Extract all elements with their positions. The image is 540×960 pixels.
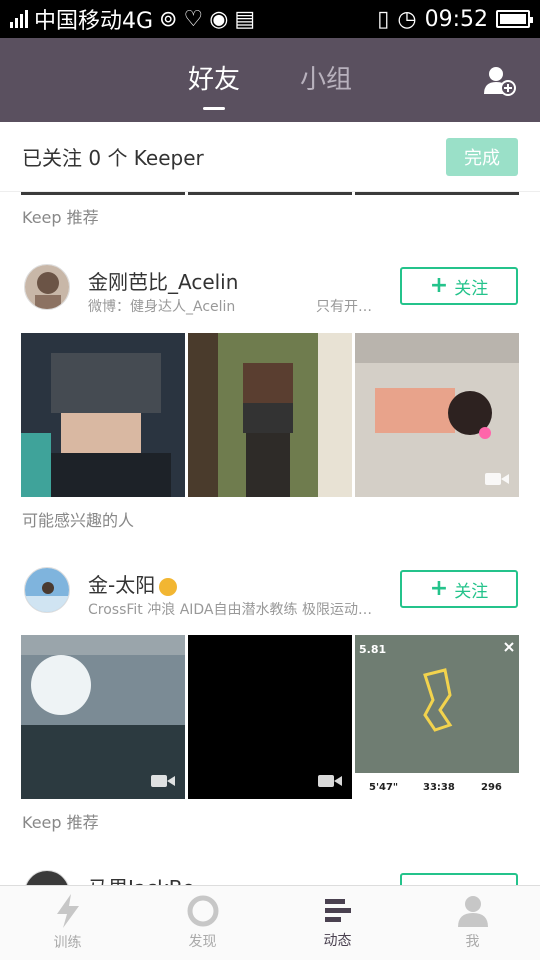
feed: Keep 推荐 金刚芭比_Acelin 微博：健身达人_Acelin 只有开… … (0, 192, 540, 885)
clock-time: 09:52 (424, 6, 488, 32)
battery-icon (496, 10, 533, 28)
run-calories: 296 (481, 782, 502, 793)
carrier-label: 中国移动4G (34, 9, 154, 34)
vibrate-icon: ▯ (377, 6, 390, 32)
section-label: Keep 推荐 (22, 813, 99, 832)
run-map (355, 635, 519, 799)
top-nav: 好友 小组 (0, 38, 540, 122)
wifi-icon: ◉ (209, 6, 229, 32)
avatar[interactable] (24, 264, 70, 310)
run-duration: 33:38 (423, 782, 455, 793)
section-label: Keep 推荐 (22, 208, 99, 227)
photo[interactable] (188, 635, 352, 799)
tab-label: 发现 (188, 934, 217, 950)
tab-groups[interactable]: 小组 (300, 59, 352, 102)
user-name[interactable]: 马里JackBo (88, 872, 195, 885)
signal-icon (10, 10, 28, 28)
feed-icon (324, 899, 351, 922)
add-friend-icon[interactable] (484, 66, 516, 96)
shield-icon: ♡ (183, 6, 204, 32)
follow-label: 关注 (454, 581, 489, 602)
follow-button[interactable]: + 关注 (400, 570, 518, 608)
photo-row (21, 333, 519, 497)
sync-icon: ⊚ (159, 6, 178, 32)
tab-label: 我 (465, 934, 480, 950)
user-bio-extra: 只有开… (316, 299, 372, 315)
avatar[interactable] (24, 870, 70, 885)
bottom-tab-bar: 训练 发现 动态 我 (0, 885, 540, 960)
verified-badge-icon (159, 577, 178, 596)
follow-status-bar: 已关注 0 个 Keeper 完成 (0, 122, 540, 192)
photo[interactable] (355, 333, 519, 497)
follow-button[interactable]: + 关注 (400, 267, 518, 305)
section-label: 可能感兴趣的人 (22, 511, 135, 530)
tab-training[interactable]: 训练 (0, 886, 135, 960)
photo[interactable] (21, 635, 185, 799)
alarm-icon: ◷ (397, 6, 417, 32)
plus-icon: + (429, 576, 449, 601)
avatar[interactable] (24, 567, 70, 613)
plus-icon: + (429, 273, 449, 298)
photo[interactable] (21, 333, 185, 497)
user-name[interactable]: 金刚芭比_Acelin (88, 266, 238, 295)
video-camera-icon (151, 775, 175, 787)
done-button[interactable]: 完成 (446, 137, 518, 176)
user-bio: 微博：健身达人_Acelin (88, 299, 236, 315)
user-name[interactable]: 金-太阳 (88, 569, 178, 598)
user-bio: CrossFit 冲浪 AIDA自由潜水教练 极限运动… (88, 602, 372, 618)
tab-label: 训练 (53, 935, 82, 951)
video-camera-icon (485, 473, 509, 485)
run-distance: 5.81 (359, 643, 387, 656)
tab-discover[interactable]: 发现 (135, 886, 270, 960)
tab-friends[interactable]: 好友 (188, 59, 240, 102)
run-pace: 5'47" (369, 782, 399, 793)
follow-button[interactable] (400, 873, 518, 885)
follow-label: 关注 (454, 278, 489, 299)
tab-label: 动态 (323, 933, 352, 949)
follow-count: 已关注 0 个 Keeper (22, 146, 204, 170)
photo-row: 5.81 5'47" 33:38 296 (21, 635, 519, 799)
previous-photo-strip (21, 192, 519, 195)
video-camera-icon (318, 775, 342, 787)
status-bar: 中国移动4G ⊚ ♡ ◉ ▤ ▯ ◷ 09:52 (0, 0, 540, 38)
photo[interactable] (188, 333, 352, 497)
discover-icon (187, 895, 218, 927)
lightning-icon (56, 894, 79, 928)
user-name-text: 金-太阳 (88, 573, 156, 597)
photo[interactable]: 5.81 5'47" 33:38 296 (355, 635, 519, 799)
tab-me[interactable]: 我 (405, 886, 540, 960)
profile-icon (457, 896, 488, 927)
tab-activity[interactable]: 动态 (270, 886, 405, 960)
notification-icon: ▤ (234, 6, 256, 32)
